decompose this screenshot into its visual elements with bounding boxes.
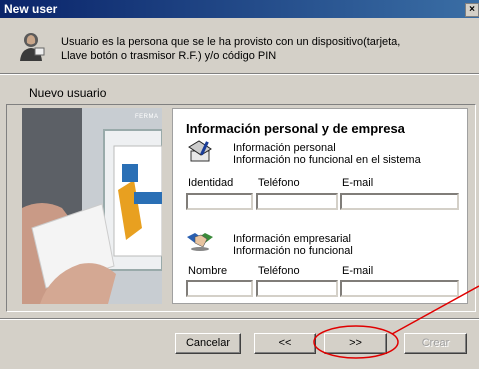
info-title: Información personal y de empresa: [186, 121, 405, 136]
personal-phone-input[interactable]: [256, 193, 338, 210]
next-button[interactable]: >>: [324, 333, 387, 354]
business-email-label: E-mail: [342, 265, 374, 277]
photo-sign: FERMA: [135, 114, 159, 120]
cancel-button[interactable]: Cancelar: [175, 333, 241, 354]
title-bar: New user ×: [0, 0, 479, 18]
identity-input[interactable]: [186, 193, 253, 210]
header-description: Usuario es la persona que se le ha provi…: [61, 35, 441, 63]
personal-line-1: Información personal: [233, 142, 336, 154]
info-panel: Información personal y de empresa Inform…: [172, 108, 468, 304]
window-title: New user: [4, 2, 58, 16]
section-label: Nuevo usuario: [29, 86, 107, 100]
personal-identity-label: Identidad: [188, 177, 234, 189]
header-separator: [0, 73, 479, 75]
personal-email-label: E-mail: [342, 177, 374, 189]
business-phone-label: Teléfono: [258, 265, 300, 277]
business-email-input[interactable]: [340, 280, 459, 297]
footer-separator: [0, 318, 479, 320]
business-line-1: Información empresarial: [233, 233, 351, 245]
user-photo: [22, 108, 162, 304]
personal-email-input[interactable]: [340, 193, 459, 210]
personal-line-2: Información no funcional en el sistema: [233, 154, 421, 166]
header-line-2: Llave botón o trasmisor R.F.) y/o código…: [61, 50, 277, 62]
handshake-icon: [187, 233, 213, 251]
business-line-2: Información no funcional: [233, 245, 353, 257]
create-button[interactable]: Crear: [404, 333, 467, 354]
notepad-icon: [188, 140, 212, 162]
personal-phone-label: Teléfono: [258, 177, 300, 189]
header-line-1: Usuario es la persona que se le ha provi…: [61, 36, 401, 48]
back-button[interactable]: <<: [254, 333, 316, 354]
business-name-input[interactable]: [186, 280, 253, 297]
close-icon[interactable]: ×: [465, 3, 479, 17]
business-name-label: Nombre: [188, 265, 228, 277]
business-phone-input[interactable]: [256, 280, 338, 297]
user-icon: [20, 33, 45, 61]
